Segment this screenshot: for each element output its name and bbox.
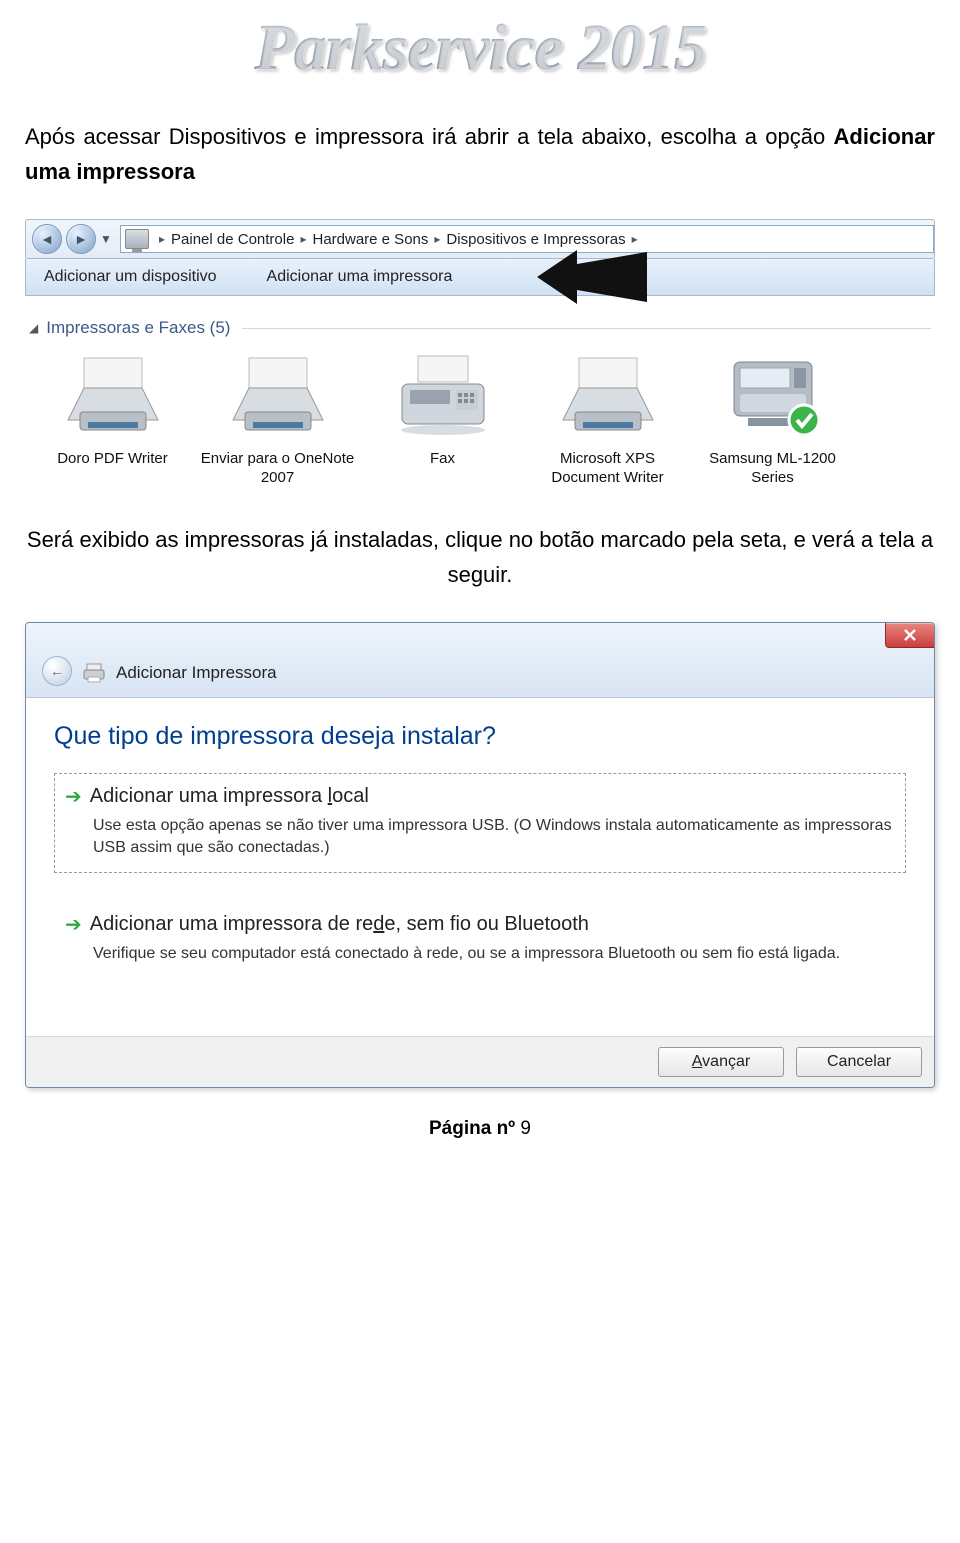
option-title: Adicionar uma impressora local [90, 785, 369, 808]
option-local-printer[interactable]: ➔ Adicionar uma impressora local Use est… [54, 773, 906, 873]
breadcrumb[interactable]: ▸ Painel de Controle ▸ Hardware e Sons ▸… [120, 225, 934, 253]
section-title: Impressoras e Faxes (5) [46, 318, 230, 338]
option-description: Verifique se seu computador está conecta… [93, 943, 895, 965]
printer-label: Enviar para o OneNote 2007 [200, 450, 355, 488]
printer-item[interactable]: Doro PDF Writer [35, 350, 190, 487]
chevron-right-icon: ▸ [300, 232, 306, 246]
printer-label: Doro PDF Writer [35, 450, 190, 469]
next-button[interactable]: Avançar [658, 1047, 784, 1077]
intro-paragraph: Após acessar Dispositivos e impressora i… [25, 119, 935, 189]
arrow-right-icon: ➔ [65, 912, 82, 937]
printer-item[interactable]: Microsoft XPS Document Writer [530, 350, 685, 487]
section-divider [242, 328, 931, 329]
footer-label: Página nº [429, 1118, 520, 1139]
printer-label: Samsung ML-1200 Series [695, 450, 850, 488]
add-printer-menu[interactable]: Adicionar uma impressora [267, 268, 453, 286]
collapse-icon: ◢ [29, 321, 38, 335]
dialog-title: Adicionar Impressora [116, 663, 277, 683]
printers-section: ◢ Impressoras e Faxes (5) Doro PDF Write… [25, 314, 935, 491]
option-network-printer[interactable]: ➔ Adicionar uma impressora de rede, sem … [54, 901, 906, 980]
monitor-icon [125, 229, 149, 249]
chevron-right-icon: ▸ [434, 232, 440, 246]
close-button[interactable] [885, 622, 935, 648]
intro-text: Após acessar Dispositivos e impressora i… [25, 124, 834, 149]
nav-forward-button[interactable]: ► [66, 224, 96, 254]
dialog-footer: Avançar Cancelar [26, 1036, 934, 1087]
crumb-2[interactable]: Hardware e Sons [312, 231, 428, 248]
wizard-back-button[interactable]: ← [42, 656, 72, 686]
nav-history-dropdown[interactable]: ▼ [98, 230, 114, 248]
printer-label: Microsoft XPS Document Writer [530, 450, 685, 488]
explorer-address-bar: ◄ ► ▼ ▸ Painel de Controle ▸ Hardware e … [25, 219, 935, 259]
crumb-1[interactable]: Painel de Controle [171, 231, 294, 248]
printer-label: Fax [365, 450, 520, 469]
dialog-titlebar: ← Adicionar Impressora [26, 623, 934, 698]
add-printer-dialog: ← Adicionar Impressora Que tipo de impre… [25, 622, 935, 1088]
printer-item[interactable]: Fax [365, 350, 520, 487]
add-device-menu[interactable]: Adicionar um dispositivo [44, 268, 217, 286]
footer-page-number: 9 [520, 1118, 531, 1139]
printer-item[interactable]: Enviar para o OneNote 2007 [200, 350, 355, 487]
wizard-question: Que tipo de impressora deseja instalar? [54, 722, 906, 751]
callout-arrow [532, 242, 652, 312]
arrow-right-icon: ➔ [65, 784, 82, 809]
dialog-body: Que tipo de impressora deseja instalar? … [26, 698, 934, 1036]
chevron-right-icon: ▸ [159, 232, 165, 246]
printer-list: Doro PDF Writer Enviar para o OneNote 20… [29, 344, 931, 487]
header-logo: Parkservice 2015 [25, 0, 935, 111]
close-icon [903, 628, 917, 642]
option-description: Use esta opção apenas se não tiver uma i… [93, 815, 895, 858]
cancel-button[interactable]: Cancelar [796, 1047, 922, 1077]
logo-text: Parkservice 2015 [254, 10, 705, 86]
screenshot-devices-printers: ◄ ► ▼ ▸ Painel de Controle ▸ Hardware e … [25, 219, 935, 491]
section-header[interactable]: ◢ Impressoras e Faxes (5) [29, 318, 931, 338]
printer-item[interactable]: Samsung ML-1200 Series [695, 350, 850, 487]
printer-icon [82, 663, 106, 683]
page-footer: Página nº 9 [25, 1118, 935, 1140]
option-title: Adicionar uma impressora de rede, sem fi… [90, 913, 589, 936]
toolbar: Adicionar um dispositivo Adicionar uma i… [25, 259, 935, 296]
nav-back-button[interactable]: ◄ [32, 224, 62, 254]
mid-paragraph: Será exibido as impressoras já instalada… [25, 522, 935, 592]
